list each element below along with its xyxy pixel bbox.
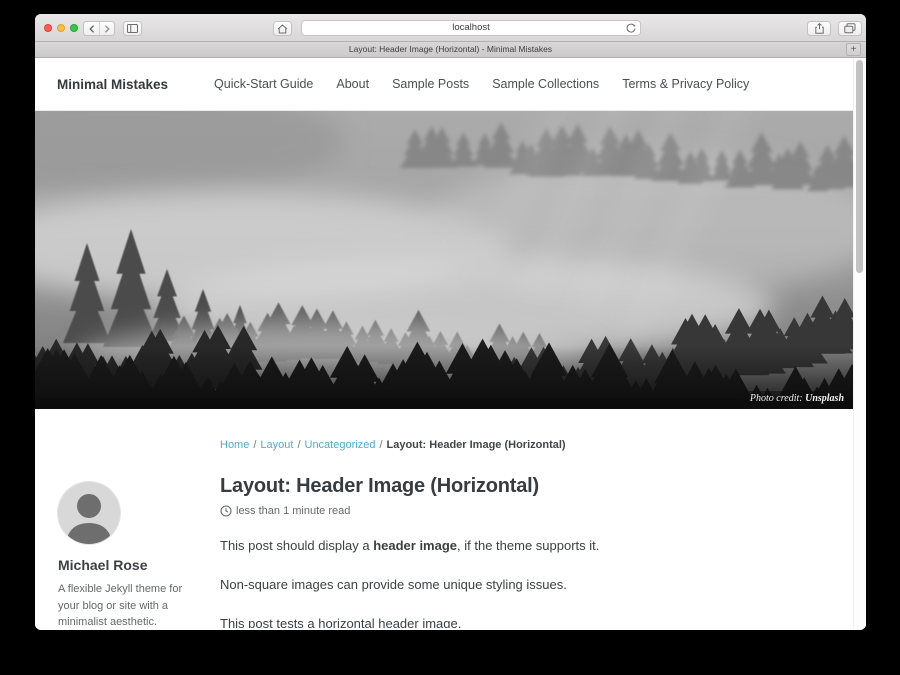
breadcrumb-separator: /	[253, 439, 256, 451]
nav-item-about[interactable]: About	[336, 77, 369, 91]
page-viewport: Minimal Mistakes Quick-Start Guide About…	[35, 58, 866, 628]
breadcrumb-separator: /	[379, 439, 382, 451]
paragraph-text: This post should display a	[220, 538, 373, 553]
home-button[interactable]	[273, 21, 292, 36]
share-button[interactable]	[807, 21, 831, 36]
site-title-link[interactable]: Minimal Mistakes	[57, 77, 168, 92]
close-button[interactable]	[44, 24, 52, 32]
forward-button[interactable]	[99, 22, 114, 35]
reload-button[interactable]	[625, 22, 637, 34]
nav-item-terms-privacy[interactable]: Terms & Privacy Policy	[622, 77, 749, 91]
back-button[interactable]	[84, 22, 99, 35]
history-nav-group	[83, 21, 115, 36]
sidebar-icon	[127, 24, 138, 33]
browser-window: localhost Layout: Header Image (Horizont…	[35, 14, 866, 630]
header-image: Photo credit: Unsplash	[35, 111, 853, 409]
author-name: Michael Rose	[58, 557, 200, 573]
author-sidebar: Michael Rose A flexible Jekyll theme for…	[58, 451, 200, 628]
breadcrumb-current: Layout: Header Image (Horizontal)	[387, 439, 566, 451]
scrollbar-track[interactable]	[853, 58, 866, 628]
nav-item-sample-collections[interactable]: Sample Collections	[492, 77, 599, 91]
sidebar-toggle-button[interactable]	[123, 21, 142, 36]
paragraph-text: , if the theme supports it.	[457, 538, 599, 553]
address-bar[interactable]: localhost	[301, 20, 641, 36]
site-nav: Quick-Start Guide About Sample Posts Sam…	[214, 77, 749, 91]
breadcrumb-separator: /	[297, 439, 300, 451]
author-avatar	[58, 482, 120, 544]
window-controls	[44, 24, 78, 32]
author-bio: A flexible Jekyll theme for your blog or…	[58, 581, 198, 628]
breadcrumb-link-uncategorized[interactable]: Uncategorized	[305, 439, 376, 451]
tab-overview-button[interactable]	[838, 21, 862, 36]
breadcrumb-link-home[interactable]: Home	[220, 439, 249, 451]
breadcrumb: Home/Layout/Uncategorized/Layout: Header…	[220, 439, 826, 451]
masthead: Minimal Mistakes Quick-Start Guide About…	[35, 58, 866, 111]
clock-icon	[220, 505, 232, 517]
post-paragraph: Non-square images can provide some uniqu…	[220, 575, 826, 595]
reload-icon	[625, 22, 637, 34]
chevron-right-icon	[104, 25, 110, 33]
new-tab-button[interactable]: +	[846, 43, 861, 56]
chevron-left-icon	[89, 25, 95, 33]
breadcrumb-link-layout[interactable]: Layout	[260, 439, 293, 451]
person-silhouette-icon	[58, 482, 120, 544]
foggy-forest-illustration	[35, 111, 853, 409]
zoom-button[interactable]	[70, 24, 78, 32]
paragraph-bold-text: header image	[373, 538, 457, 553]
scrollbar-thumb[interactable]	[856, 60, 863, 273]
post-paragraph: This post tests a horizontal header imag…	[220, 614, 826, 628]
page-content: Home/Layout/Uncategorized/Layout: Header…	[35, 409, 866, 628]
share-icon	[814, 23, 825, 34]
nav-item-quick-start-guide[interactable]: Quick-Start Guide	[214, 77, 313, 91]
tabs-icon	[844, 23, 856, 34]
read-time: less than 1 minute read	[236, 505, 350, 517]
browser-toolbar: localhost	[35, 14, 866, 42]
post-paragraph: This post should display a header image,…	[220, 536, 826, 556]
photo-credit-link[interactable]: Unsplash	[805, 393, 844, 404]
post-title: Layout: Header Image (Horizontal)	[220, 475, 826, 498]
address-url: localhost	[452, 22, 490, 33]
minimize-button[interactable]	[57, 24, 65, 32]
post-meta: less than 1 minute read	[220, 505, 826, 517]
tab-bar: Layout: Header Image (Horizontal) - Mini…	[35, 42, 866, 58]
photo-credit-label: Photo credit:	[750, 393, 803, 404]
nav-item-sample-posts[interactable]: Sample Posts	[392, 77, 469, 91]
browser-tab[interactable]: Layout: Header Image (Horizontal) - Mini…	[35, 42, 866, 57]
photo-credit: Photo credit: Unsplash	[743, 391, 851, 407]
home-icon	[277, 24, 288, 34]
article: Layout: Header Image (Horizontal) less t…	[220, 451, 826, 628]
